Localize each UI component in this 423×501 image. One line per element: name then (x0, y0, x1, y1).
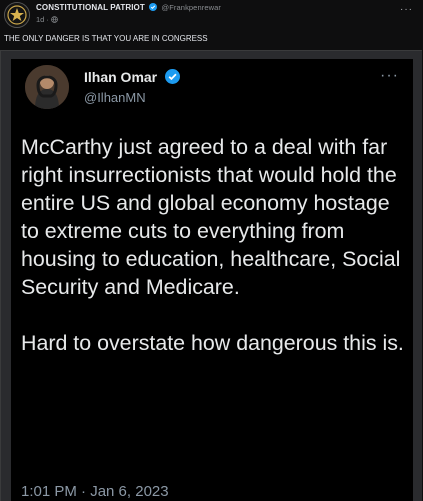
tweet-screenshot: Ilhan Omar @IlhanMN ··· McCarthy just ag… (11, 59, 413, 501)
post-caption: THE ONLY DANGER IS THAT YOU ARE IN CONGR… (4, 34, 208, 43)
verified-icon (165, 69, 181, 84)
more-icon: ··· (380, 67, 399, 84)
author-avatar[interactable] (4, 2, 30, 28)
author-name[interactable]: CONSTITUTIONAL PATRIOT (36, 3, 145, 12)
tweet-handle: @IlhanMN (84, 90, 146, 105)
tweet-avatar (25, 65, 69, 109)
tweet-paragraph: Hard to overstate how dangerous this is. (21, 331, 404, 355)
tweet-paragraph: McCarthy just agreed to a deal with far … (21, 135, 401, 299)
post-time[interactable]: 1d · (36, 15, 49, 24)
post-header: CONSTITUTIONAL PATRIOT @Frankpenrewar 1d… (0, 0, 423, 30)
globe-icon (51, 16, 58, 23)
post-more-button[interactable]: ··· (400, 4, 413, 15)
verified-icon (149, 3, 158, 11)
post-image[interactable]: Ilhan Omar @IlhanMN ··· McCarthy just ag… (0, 50, 422, 501)
tweet-text: McCarthy just agreed to a deal with far … (21, 133, 409, 357)
tweet-timestamp: 1:01 PM · Jan 6, 2023 (21, 483, 169, 500)
tweet-author-name: Ilhan Omar (84, 69, 158, 85)
author-handle[interactable]: @Frankpenrewar (162, 3, 221, 12)
